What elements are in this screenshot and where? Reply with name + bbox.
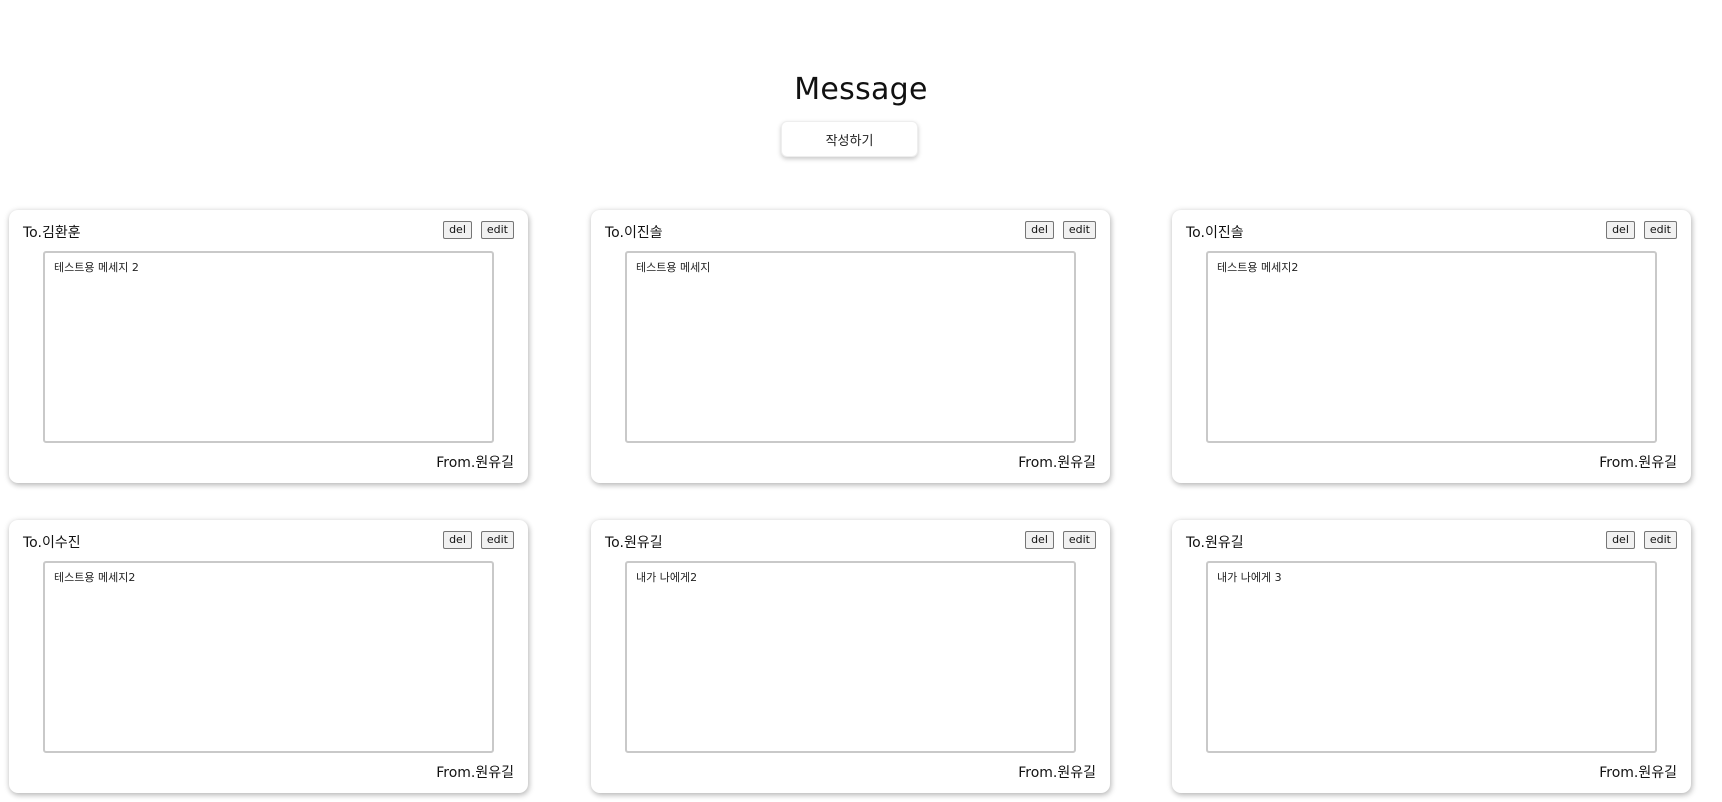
message-body[interactable]: 내가 나에게 3 xyxy=(1206,561,1657,753)
edit-button[interactable]: edit xyxy=(1062,531,1096,549)
card-recipient: To.김환훈 xyxy=(23,225,81,241)
delete-button[interactable]: del xyxy=(443,531,472,549)
message-card: To.이진솔 del edit 테스트용 메세지 From.원유길 xyxy=(591,210,1110,483)
delete-button[interactable]: del xyxy=(1606,531,1635,549)
card-actions: del edit xyxy=(1606,221,1677,239)
message-body[interactable]: 테스트용 메세지2 xyxy=(43,561,494,753)
card-actions: del edit xyxy=(443,221,514,239)
card-recipient: To.이수진 xyxy=(23,535,81,551)
card-recipient: To.원유길 xyxy=(605,535,663,551)
message-card: To.원유길 del edit 내가 나에게 3 From.원유길 xyxy=(1172,520,1691,793)
card-recipient: To.이진솔 xyxy=(605,225,663,241)
edit-button[interactable]: edit xyxy=(1062,221,1096,239)
message-body[interactable]: 테스트용 메세지 2 xyxy=(43,251,494,443)
card-sender: From.원유길 xyxy=(436,765,514,781)
card-actions: del edit xyxy=(1025,531,1096,549)
card-actions: del edit xyxy=(443,531,514,549)
edit-button[interactable]: edit xyxy=(480,221,514,239)
message-card: To.원유길 del edit 내가 나에게2 From.원유길 xyxy=(591,520,1110,793)
message-card: To.이진솔 del edit 테스트용 메세지2 From.원유길 xyxy=(1172,210,1691,483)
message-card: To.이수진 del edit 테스트용 메세지2 From.원유길 xyxy=(9,520,528,793)
card-sender: From.원유길 xyxy=(1018,765,1096,781)
edit-button[interactable]: edit xyxy=(1643,531,1677,549)
delete-button[interactable]: del xyxy=(1606,221,1635,239)
page-title: Message xyxy=(794,72,928,108)
message-body[interactable]: 테스트용 메세지 xyxy=(625,251,1076,443)
card-recipient: To.원유길 xyxy=(1186,535,1244,551)
card-actions: del edit xyxy=(1025,221,1096,239)
delete-button[interactable]: del xyxy=(1025,221,1054,239)
card-actions: del edit xyxy=(1606,531,1677,549)
message-card: To.김환훈 del edit 테스트용 메세지 2 From.원유길 xyxy=(9,210,528,483)
message-body[interactable]: 테스트용 메세지2 xyxy=(1206,251,1657,443)
card-sender: From.원유길 xyxy=(1599,455,1677,471)
delete-button[interactable]: del xyxy=(443,221,472,239)
card-sender: From.원유길 xyxy=(1599,765,1677,781)
delete-button[interactable]: del xyxy=(1025,531,1054,549)
card-recipient: To.이진솔 xyxy=(1186,225,1244,241)
edit-button[interactable]: edit xyxy=(1643,221,1677,239)
message-body[interactable]: 내가 나에게2 xyxy=(625,561,1076,753)
compose-button[interactable]: 작성하기 xyxy=(781,121,918,157)
edit-button[interactable]: edit xyxy=(480,531,514,549)
card-sender: From.원유길 xyxy=(436,455,514,471)
card-sender: From.원유길 xyxy=(1018,455,1096,471)
